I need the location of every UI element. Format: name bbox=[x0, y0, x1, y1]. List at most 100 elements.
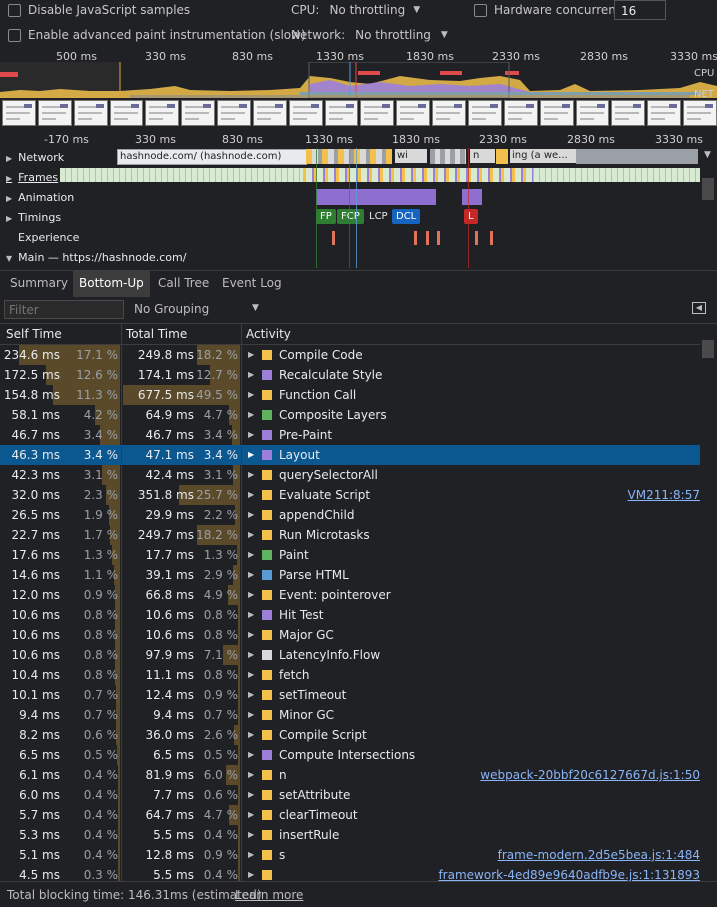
table-row[interactable]: 46.3 ms 3.4 % 47.1 ms 3.4 % ▶ Layout bbox=[0, 445, 700, 465]
network-request[interactable]: wi bbox=[395, 149, 427, 163]
table-row[interactable]: 17.6 ms 1.3 % 17.7 ms 1.3 % ▶ Paint bbox=[0, 545, 700, 565]
table-scrollbar-thumb[interactable] bbox=[702, 340, 714, 358]
network-request[interactable] bbox=[496, 149, 508, 164]
network-request[interactable]: hashnode.com/ (hashnode.com) bbox=[117, 149, 307, 165]
expand-arrow-icon[interactable]: ▶ bbox=[248, 785, 254, 805]
expand-arrow-icon[interactable]: ▶ bbox=[248, 385, 254, 405]
chevron-down-icon[interactable]: ▼ bbox=[252, 303, 259, 313]
expand-arrow-icon[interactable]: ▶ bbox=[248, 725, 254, 745]
hw-concurrency-checkbox[interactable] bbox=[474, 3, 487, 17]
cpu-throttle[interactable]: CPU: No throttling ▼ bbox=[291, 3, 420, 17]
expand-arrow-icon[interactable]: ▶ bbox=[248, 345, 254, 365]
timeline-overview[interactable]: 500 ms 330 ms 830 ms 1330 ms 1830 ms 233… bbox=[0, 48, 717, 130]
column-self-time[interactable]: Self Time bbox=[6, 324, 62, 344]
layout-shift[interactable] bbox=[437, 231, 440, 245]
source-link[interactable]: VM211:8:57 bbox=[628, 485, 700, 505]
chevron-down-icon[interactable]: ▼ bbox=[441, 30, 448, 40]
experience-track[interactable]: Experience bbox=[0, 228, 717, 248]
load-marker[interactable]: L bbox=[464, 209, 478, 224]
main-thread-track[interactable]: ▼ Main — https://hashnode.com/ bbox=[0, 248, 717, 268]
expand-arrow-icon[interactable]: ▶ bbox=[248, 645, 254, 665]
expand-arrow-icon[interactable]: ▶ bbox=[248, 845, 254, 865]
table-row[interactable]: 6.0 ms 0.4 % 7.7 ms 0.6 % ▶ setAttribute bbox=[0, 785, 700, 805]
advanced-paint-option[interactable]: Enable advanced paint instrumentation (s… bbox=[8, 28, 306, 42]
expand-arrow-icon[interactable]: ▶ bbox=[248, 805, 254, 825]
learn-more-link[interactable]: Learn more bbox=[235, 888, 303, 902]
expand-arrow-icon[interactable]: ▶ bbox=[248, 765, 254, 785]
table-row[interactable]: 42.3 ms 3.1 % 42.4 ms 3.1 % ▶ querySelectorAl… bbox=[0, 465, 700, 485]
tab-bottom-up[interactable]: Bottom-Up bbox=[73, 271, 150, 297]
cpu-throttle-value[interactable]: No throttling bbox=[329, 3, 405, 17]
sidebar-toggle-icon[interactable]: ◀ bbox=[692, 302, 706, 314]
expand-arrow-icon[interactable]: ▶ bbox=[248, 825, 254, 845]
layout-shift[interactable] bbox=[414, 231, 417, 245]
table-row[interactable]: 10.6 ms 0.8 % 10.6 ms 0.8 % ▶ Hit Test bbox=[0, 605, 700, 625]
frames-strip-busy[interactable] bbox=[303, 168, 533, 182]
animation-track-header[interactable]: ▶ Animation bbox=[6, 191, 74, 204]
layout-shift[interactable] bbox=[475, 231, 478, 245]
expand-arrow-icon[interactable]: ▶ bbox=[248, 685, 254, 705]
expand-arrow-icon[interactable]: ▶ bbox=[248, 505, 254, 525]
network-request[interactable]: ing (a we... bbox=[510, 149, 576, 163]
table-row[interactable]: 10.1 ms 0.7 % 12.4 ms 0.9 % ▶ setTimeout bbox=[0, 685, 700, 705]
table-row[interactable]: 8.2 ms 0.6 % 36.0 ms 2.6 % ▶ Compile Script bbox=[0, 725, 700, 745]
table-row[interactable]: 234.6 ms 17.1 % 249.8 ms 18.2 % ▶ Compile Cod… bbox=[0, 345, 700, 365]
frames-track[interactable]: ▶ Frames bbox=[0, 168, 717, 188]
experience-track-header[interactable]: Experience bbox=[18, 231, 79, 244]
table-row[interactable]: 32.0 ms 2.3 % 351.8 ms 25.7 % ▶ Evaluate Scri… bbox=[0, 485, 700, 505]
source-link[interactable]: frame-modern.2d5e5bea.js:1:484 bbox=[498, 845, 700, 865]
chevron-down-icon[interactable]: ▼ bbox=[413, 5, 420, 15]
tracks-scrollbar-thumb[interactable] bbox=[702, 178, 714, 200]
expand-arrow-icon[interactable]: ▶ bbox=[248, 625, 254, 645]
tab-call-tree[interactable]: Call Tree bbox=[152, 271, 215, 297]
table-row[interactable]: 14.6 ms 1.1 % 39.1 ms 2.9 % ▶ Parse HTML bbox=[0, 565, 700, 585]
expand-arrow-icon[interactable]: ▶ bbox=[248, 365, 254, 385]
table-row[interactable]: 26.5 ms 1.9 % 29.9 ms 2.2 % ▶ appendChild bbox=[0, 505, 700, 525]
network-request[interactable] bbox=[576, 149, 698, 164]
grouping-select[interactable]: No Grouping bbox=[134, 302, 209, 316]
table-scrollbar[interactable] bbox=[700, 324, 717, 881]
tab-summary[interactable]: Summary bbox=[4, 271, 74, 297]
expand-arrow-icon[interactable]: ▶ bbox=[248, 525, 254, 545]
expand-arrow-icon[interactable]: ▶ bbox=[248, 745, 254, 765]
expand-arrow-icon[interactable]: ▶ bbox=[248, 865, 254, 881]
expand-arrow-icon[interactable]: ▶ bbox=[248, 705, 254, 725]
expand-arrow-icon[interactable]: ▶ bbox=[248, 405, 254, 425]
animation-track[interactable]: ▶ Animation bbox=[0, 188, 717, 208]
table-row[interactable]: 46.7 ms 3.4 % 46.7 ms 3.4 % ▶ Pre-Paint bbox=[0, 425, 700, 445]
disable-js-samples-option[interactable]: Disable JavaScript samples bbox=[8, 3, 190, 17]
fcp-marker[interactable]: FCP bbox=[337, 209, 364, 224]
main-thread-header[interactable]: ▼ Main — https://hashnode.com/ bbox=[6, 251, 186, 264]
expand-arrow-icon[interactable]: ▶ bbox=[248, 485, 254, 505]
network-request[interactable]: n bbox=[470, 149, 495, 163]
expand-arrow-icon[interactable]: ▶ bbox=[248, 545, 254, 565]
fp-marker[interactable]: FP bbox=[316, 209, 336, 224]
layout-shift[interactable] bbox=[332, 231, 335, 245]
table-row[interactable]: 6.1 ms 0.4 % 81.9 ms 6.0 % ▶ n webpack-20bbf20… bbox=[0, 765, 700, 785]
expand-arrow-icon[interactable]: ▶ bbox=[248, 605, 254, 625]
hw-concurrency-input[interactable]: 16 bbox=[614, 0, 666, 20]
table-row[interactable]: 10.6 ms 0.8 % 97.9 ms 7.1 % ▶ LatencyInfo.Flo… bbox=[0, 645, 700, 665]
layout-shift[interactable] bbox=[490, 231, 493, 245]
frames-track-header[interactable]: ▶ Frames bbox=[6, 171, 58, 184]
expand-arrow-icon[interactable]: ▶ bbox=[248, 585, 254, 605]
table-row[interactable]: 5.1 ms 0.4 % 12.8 ms 0.9 % ▶ s frame-modern.2d… bbox=[0, 845, 700, 865]
expand-arrow-icon[interactable]: ▶ bbox=[6, 214, 12, 223]
column-total-time[interactable]: Total Time bbox=[126, 324, 187, 344]
table-row[interactable]: 58.1 ms 4.2 % 64.9 ms 4.7 % ▶ Composite Layer… bbox=[0, 405, 700, 425]
network-throttle-value[interactable]: No throttling bbox=[355, 28, 431, 42]
expand-arrow-icon[interactable]: ▶ bbox=[6, 194, 12, 203]
table-row[interactable]: 9.4 ms 0.7 % 9.4 ms 0.7 % ▶ Minor GC bbox=[0, 705, 700, 725]
layout-shift[interactable] bbox=[426, 231, 429, 245]
network-request-group[interactable] bbox=[430, 149, 466, 164]
timings-track-header[interactable]: ▶ Timings bbox=[6, 211, 61, 224]
source-link[interactable]: webpack-20bbf20c6127667d.js:1:50 bbox=[480, 765, 700, 785]
table-row[interactable]: 5.3 ms 0.4 % 5.5 ms 0.4 % ▶ insertRule bbox=[0, 825, 700, 845]
table-row[interactable]: 12.0 ms 0.9 % 66.8 ms 4.9 % ▶ Event: pointero… bbox=[0, 585, 700, 605]
expand-arrow-icon[interactable]: ▶ bbox=[248, 445, 254, 465]
column-activity[interactable]: Activity bbox=[246, 324, 291, 344]
source-link[interactable]: framework-4ed89e9640adfb9e.js:1:131893 bbox=[438, 865, 700, 881]
disable-js-samples-checkbox[interactable] bbox=[8, 3, 21, 17]
expand-arrow-icon[interactable]: ▶ bbox=[248, 425, 254, 445]
animation-block[interactable] bbox=[316, 189, 436, 205]
